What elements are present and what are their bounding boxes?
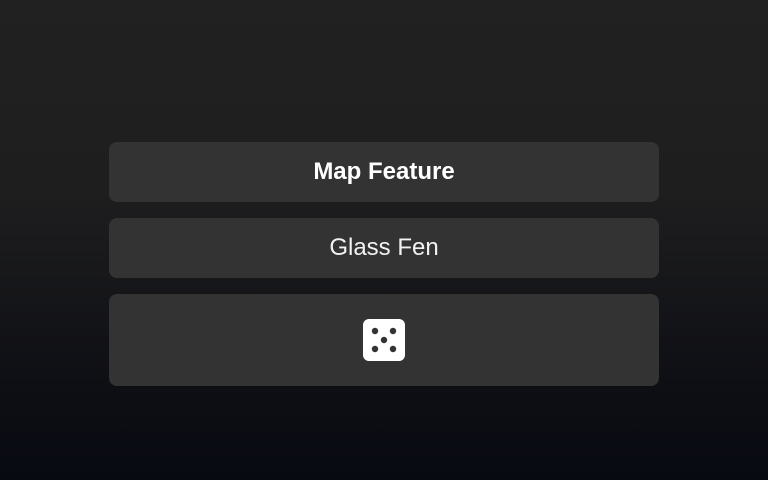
title-panel: Map Feature (109, 142, 659, 202)
result-panel: Glass Fen (109, 218, 659, 278)
page-title: Map Feature (313, 158, 455, 185)
dice-five-icon (363, 319, 405, 361)
roll-dice-button[interactable] (109, 294, 659, 386)
result-value: Glass Fen (329, 234, 439, 261)
